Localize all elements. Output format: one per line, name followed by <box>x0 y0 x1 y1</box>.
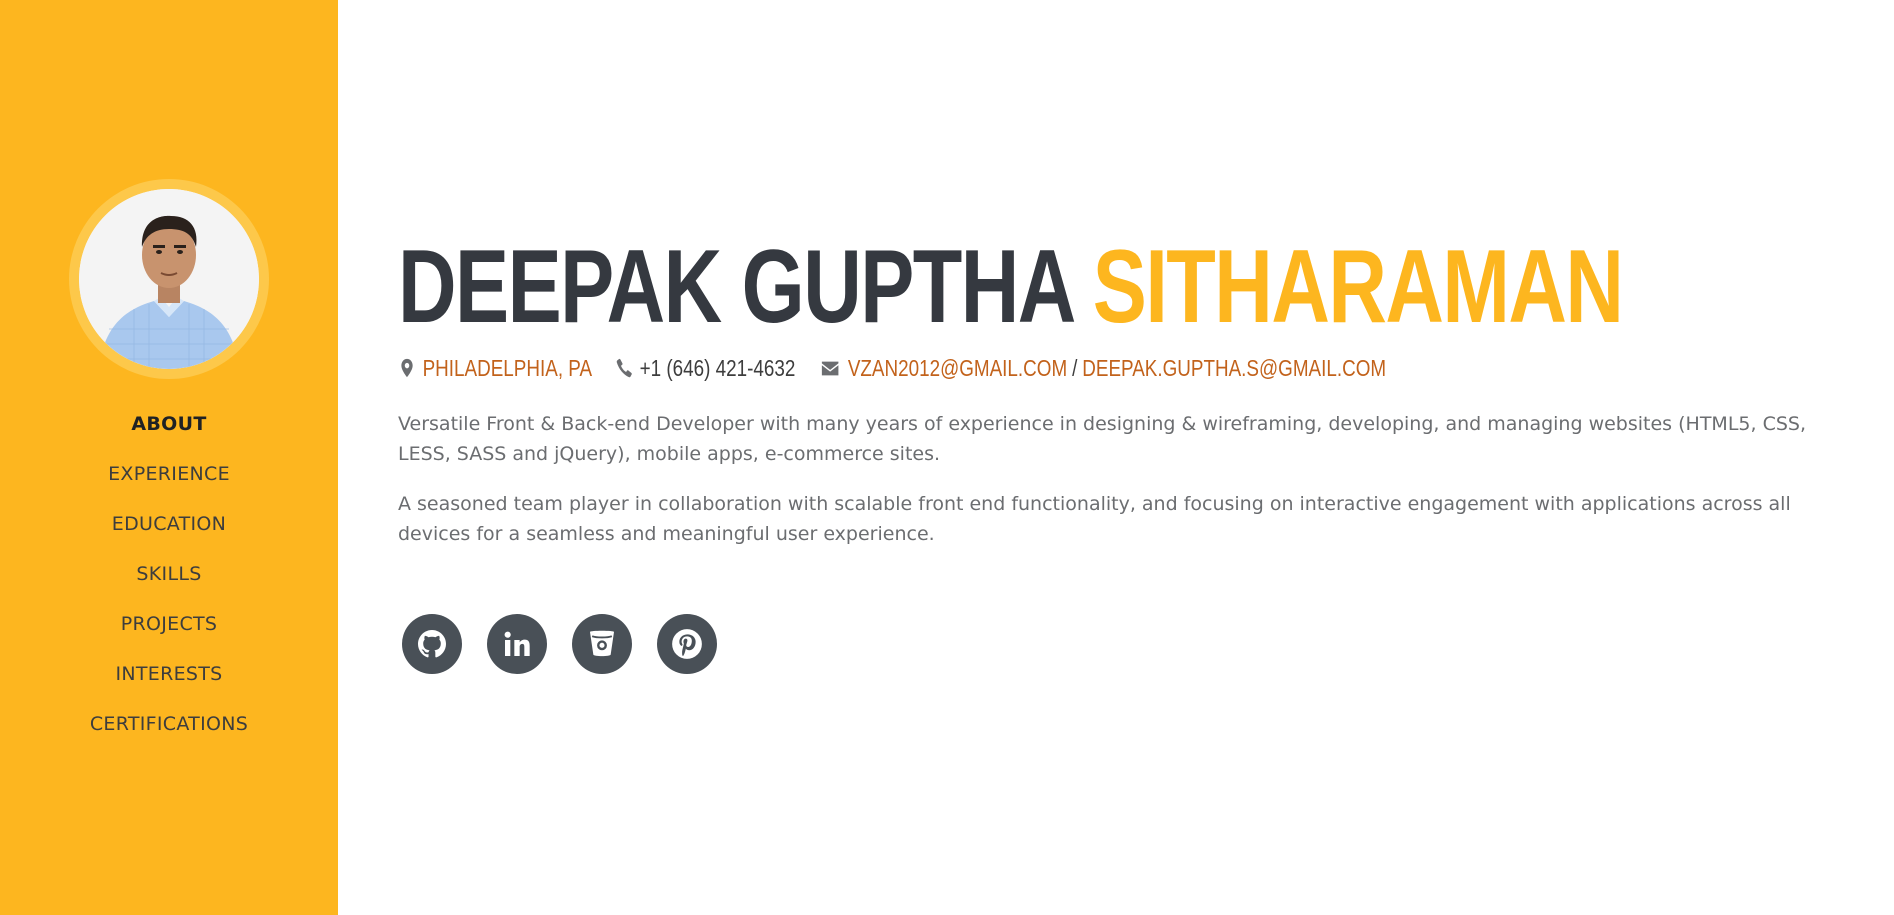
avatar-ring <box>69 179 269 379</box>
sidebar: ABOUT EXPERIENCE EDUCATION SKILLS PROJEC… <box>0 0 338 915</box>
sidebar-nav: ABOUT EXPERIENCE EDUCATION SKILLS PROJEC… <box>0 400 338 750</box>
first-name: DEEPAK GUPTHA <box>398 229 1073 345</box>
email-primary-link[interactable]: VZAN2012@GMAIL.COM <box>848 355 1067 382</box>
bio-paragraph-1: Versatile Front & Back-end Developer wit… <box>398 413 1806 465</box>
main-content: DEEPAK GUPTHA SITHARAMAN PHILADELPHIA, P… <box>398 0 1838 915</box>
bio-paragraph-2: A seasoned team player in collaboration … <box>398 493 1791 545</box>
email-secondary-link[interactable]: DEEPAK.GUPTHA.S@GMAIL.COM <box>1082 355 1386 382</box>
linkedin-link[interactable] <box>487 614 547 674</box>
bitbucket-link[interactable] <box>572 614 632 674</box>
github-link[interactable] <box>402 614 462 674</box>
phone-number[interactable]: +1 (646) 421-4632 <box>640 355 796 382</box>
linkedin-icon <box>504 631 530 656</box>
social-links <box>402 614 742 674</box>
nav-item-experience[interactable]: EXPERIENCE <box>0 450 338 500</box>
envelope-icon <box>821 361 839 376</box>
pinterest-icon <box>672 629 702 659</box>
nav-item-interests[interactable]: INTERESTS <box>0 650 338 700</box>
bitbucket-icon <box>590 630 614 657</box>
avatar-photo <box>79 189 259 369</box>
email-separator: / <box>1072 354 1078 381</box>
nav-item-about[interactable]: ABOUT <box>0 400 338 450</box>
pinterest-link[interactable] <box>657 614 717 674</box>
nav-item-skills[interactable]: SKILLS <box>0 550 338 600</box>
github-icon <box>418 630 446 658</box>
page-title: DEEPAK GUPTHA SITHARAMAN <box>398 229 1624 345</box>
email: VZAN2012@GMAIL.COM / DEEPAK.GUPTHA.S@GMA… <box>818 355 1386 382</box>
last-name: SITHARAMAN <box>1092 229 1624 345</box>
phone: +1 (646) 421-4632 <box>615 355 795 382</box>
contact-line: PHILADELPHIA, PA +1 (646) 421-4632 VZAN2… <box>398 352 1409 384</box>
location-link[interactable]: PHILADELPHIA, PA <box>423 355 592 382</box>
map-marker-icon <box>401 358 413 378</box>
avatar <box>79 189 259 369</box>
nav-item-education[interactable]: EDUCATION <box>0 500 338 550</box>
nav-item-certifications[interactable]: CERTIFICATIONS <box>0 700 338 750</box>
nav-item-projects[interactable]: PROJECTS <box>0 600 338 650</box>
phone-icon <box>616 358 632 378</box>
location: PHILADELPHIA, PA <box>398 355 592 382</box>
